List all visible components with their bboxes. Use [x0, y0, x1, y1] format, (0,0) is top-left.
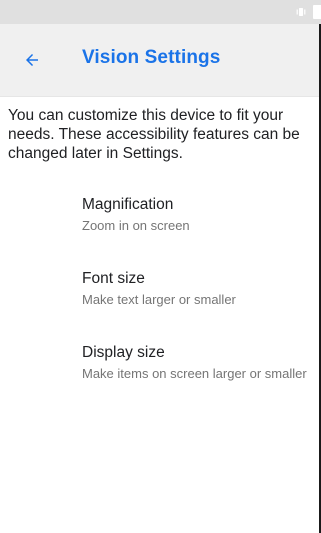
battery-icon [313, 5, 321, 19]
option-magnification[interactable]: Magnification Zoom in on screen [82, 195, 312, 234]
page-title: Vision Settings [82, 47, 221, 68]
option-subtitle: Zoom in on screen [82, 218, 190, 233]
vibrate-icon [296, 8, 306, 16]
option-display-size[interactable]: Display size Make items on screen larger… [82, 343, 312, 382]
arrow-left-icon [26, 54, 38, 66]
back-button[interactable] [18, 46, 46, 74]
option-subtitle: Make items on screen larger or smaller [82, 366, 307, 381]
app-bar: Vision Settings [0, 24, 321, 96]
option-subtitle: Make text larger or smaller [82, 292, 236, 307]
option-title: Display size [82, 344, 165, 361]
option-title: Magnification [82, 196, 174, 213]
option-title: Font size [82, 270, 145, 287]
app-bar-divider [0, 96, 321, 97]
vision-settings-screen: Vision Settings You can customize this d… [0, 0, 321, 533]
option-font-size[interactable]: Font size Make text larger or smaller [82, 269, 312, 308]
intro-description: You can customize this device to fit you… [8, 107, 300, 162]
status-bar [0, 0, 321, 24]
